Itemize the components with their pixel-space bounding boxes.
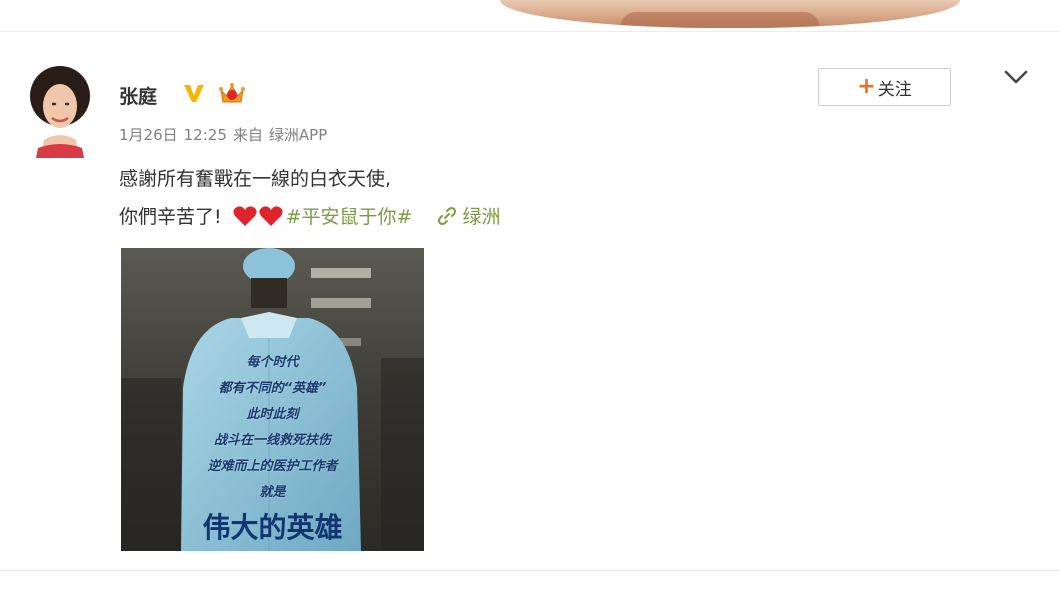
plus-icon: + bbox=[857, 74, 876, 99]
post-text-line1: 感謝所有奮戰在一線的白衣天使, bbox=[119, 168, 392, 190]
hashtag-link[interactable]: #平安鼠于你# bbox=[286, 202, 413, 229]
heart-icon bbox=[259, 205, 283, 226]
chevron-down-icon[interactable] bbox=[1000, 66, 1032, 90]
crown-icon[interactable] bbox=[217, 80, 247, 106]
hearts bbox=[232, 204, 284, 228]
avatar[interactable] bbox=[24, 62, 96, 158]
image-text-line: 都有不同的“英雄” bbox=[218, 381, 327, 396]
image-text-big: 伟大的英雄 bbox=[202, 511, 343, 544]
image-text-line: 每个时代 bbox=[246, 355, 299, 370]
location-label[interactable]: 绿洲 bbox=[462, 202, 500, 229]
follow-button[interactable]: + 关注 bbox=[818, 68, 951, 106]
post-date[interactable]: 1月26日 bbox=[119, 126, 178, 144]
verified-icon bbox=[184, 85, 204, 102]
post-text-line2-row: 你們辛苦了! #平安鼠于你# 绿洲 bbox=[119, 202, 500, 229]
post-image[interactable]: 每个时代 都有不同的“英雄” 此时此刻 战斗在一线救死扶伤 逆难而上的医护工作者… bbox=[121, 248, 424, 551]
post-text-line2: 你們辛苦了! bbox=[119, 206, 222, 228]
post-source[interactable]: 绿洲APP bbox=[269, 126, 327, 144]
previous-post-image[interactable] bbox=[500, 0, 960, 28]
location-link[interactable]: 绿洲 bbox=[436, 202, 500, 229]
post-time[interactable]: 12:25 bbox=[184, 126, 227, 144]
image-text-line: 就是 bbox=[259, 485, 286, 500]
divider bbox=[0, 31, 1060, 32]
divider bbox=[0, 570, 1060, 571]
follow-label: 关注 bbox=[877, 79, 912, 100]
post-meta: 1月26日 12:25 来自 绿洲APP bbox=[119, 124, 333, 145]
source-prefix: 来自 bbox=[232, 126, 263, 144]
link-icon bbox=[438, 206, 457, 225]
image-caption: 每个时代 都有不同的“英雄” 此时此刻 战斗在一线救死扶伤 逆难而上的医护工作者… bbox=[121, 248, 424, 551]
author-name[interactable]: 张庭 bbox=[119, 82, 157, 109]
heart-icon bbox=[233, 205, 257, 226]
image-text-line: 战斗在一线救死扶伤 bbox=[213, 433, 331, 448]
weibo-feed: 张庭 1月26日 12:25 来自 绿洲APP 感謝所有奮戰在一線的白衣天使, 你們辛… bbox=[0, 0, 1060, 596]
image-text-line: 此时此刻 bbox=[246, 407, 299, 422]
image-text-line: 逆难而上的医护工作者 bbox=[207, 459, 338, 474]
